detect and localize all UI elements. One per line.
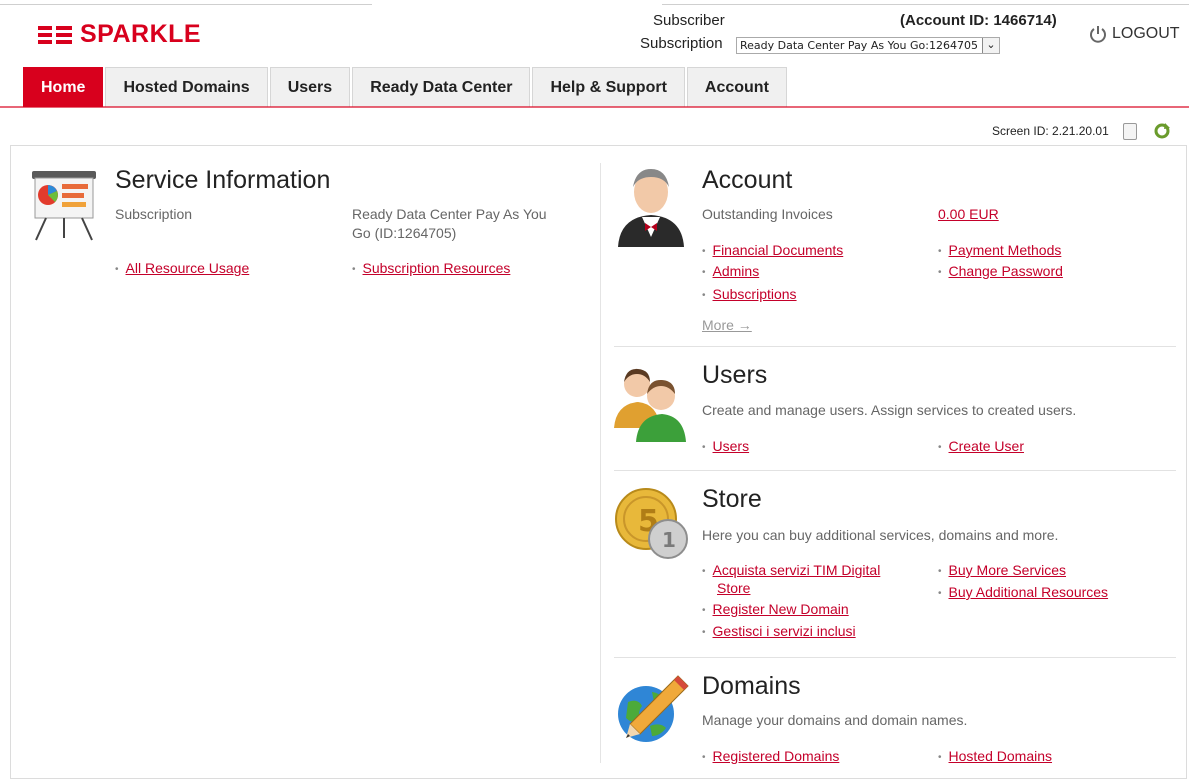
- users-divider: [614, 470, 1176, 471]
- users-link[interactable]: Users: [702, 438, 750, 454]
- gestisci-servizi-link[interactable]: Gestisci i servizi inclusi: [702, 623, 856, 639]
- top-border-gap: [372, 0, 662, 6]
- outstanding-invoices-label: Outstanding Invoices: [702, 206, 833, 222]
- coins-icon: 5 1: [615, 488, 688, 559]
- logout-label: LOGOUT: [1112, 25, 1180, 42]
- refresh-icon[interactable]: [1153, 122, 1171, 140]
- dashboard-panel: [10, 145, 1187, 779]
- store-divider: [614, 657, 1176, 658]
- subscription-label: Subscription: [640, 35, 723, 52]
- subscriptions-link[interactable]: Subscriptions: [702, 286, 797, 302]
- payment-methods-link[interactable]: Payment Methods: [938, 242, 1062, 258]
- account-divider: [614, 346, 1176, 347]
- domains-title: Domains: [702, 672, 801, 700]
- domains-description: Manage your domains and domain names.: [702, 712, 968, 728]
- financial-documents-link[interactable]: Financial Documents: [702, 242, 844, 258]
- store-title: Store: [702, 485, 762, 513]
- account-title: Account: [702, 166, 793, 194]
- subscription-value-line2: Go (ID:1264705): [352, 225, 457, 241]
- users-description: Create and manage users. Assign services…: [702, 402, 1077, 418]
- account-id: (Account ID: 1466714): [900, 12, 1057, 29]
- power-icon: [1090, 26, 1106, 43]
- screen-id: Screen ID: 2.21.20.01: [992, 122, 1171, 140]
- subscription-resources-link[interactable]: Subscription Resources: [352, 260, 511, 276]
- tab-help-support[interactable]: Help & Support: [532, 67, 685, 107]
- account-person-icon: [618, 169, 684, 247]
- store-description: Here you can buy additional services, do…: [702, 527, 1059, 543]
- logout-button[interactable]: LOGOUT: [1088, 24, 1180, 44]
- tim-digital-store-link[interactable]: Acquista servizi TIM Digital: [702, 562, 881, 578]
- logo-text: SPARKLE: [80, 20, 202, 48]
- presentation-board-icon: [32, 171, 96, 241]
- main-tabs: Home Hosted Domains Users Ready Data Cen…: [23, 67, 789, 107]
- subscription-value-line1: Ready Data Center Pay As You: [352, 206, 547, 222]
- tab-users[interactable]: Users: [269, 67, 351, 107]
- screen-id-label: Screen ID:: [992, 124, 1049, 138]
- tab-home[interactable]: Home: [23, 67, 104, 107]
- users-title: Users: [702, 361, 768, 389]
- tim-digital-store-link-line2[interactable]: Store: [717, 580, 750, 596]
- outstanding-invoices-value[interactable]: 0.00 EUR: [938, 206, 999, 222]
- subscription-label: Subscription: [115, 206, 193, 222]
- all-resource-usage-link[interactable]: All Resource Usage: [115, 260, 250, 276]
- tab-account[interactable]: Account: [686, 67, 787, 107]
- buy-additional-resources-link[interactable]: Buy Additional Resources: [938, 584, 1109, 600]
- globe-pencil-icon: [618, 675, 689, 742]
- users-group-icon: [614, 368, 686, 442]
- subscription-select[interactable]: Ready Data Center Pay As You Go:1264705 …: [736, 37, 1000, 54]
- create-user-link[interactable]: Create User: [938, 438, 1024, 454]
- change-password-link[interactable]: Change Password: [938, 263, 1063, 279]
- svg-text:1: 1: [662, 528, 676, 552]
- tab-hosted-domains[interactable]: Hosted Domains: [105, 67, 268, 107]
- tab-ready-data-center[interactable]: Ready Data Center: [352, 67, 531, 107]
- tabs-underline: [0, 106, 1189, 108]
- subscriber-label: Subscriber: [653, 12, 725, 29]
- account-more-link[interactable]: More →: [702, 317, 752, 333]
- sparkle-logo[interactable]: SPARKLE: [38, 20, 201, 49]
- register-new-domain-link[interactable]: Register New Domain: [702, 601, 849, 617]
- registered-domains-link[interactable]: Registered Domains: [702, 748, 840, 764]
- sparkle-logo-icon: [38, 24, 74, 46]
- admins-link[interactable]: Admins: [702, 263, 760, 279]
- service-info-title: Service Information: [115, 166, 331, 194]
- hosted-domains-link[interactable]: Hosted Domains: [938, 748, 1053, 764]
- screen-id-value: 2.21.20.01: [1052, 124, 1109, 138]
- subscription-select-value: Ready Data Center Pay As You Go:1264705: [740, 39, 978, 52]
- buy-more-services-link[interactable]: Buy More Services: [938, 562, 1066, 578]
- document-icon[interactable]: [1122, 122, 1137, 140]
- chevron-down-icon[interactable]: ⌄: [981, 38, 999, 53]
- column-divider: [600, 163, 601, 763]
